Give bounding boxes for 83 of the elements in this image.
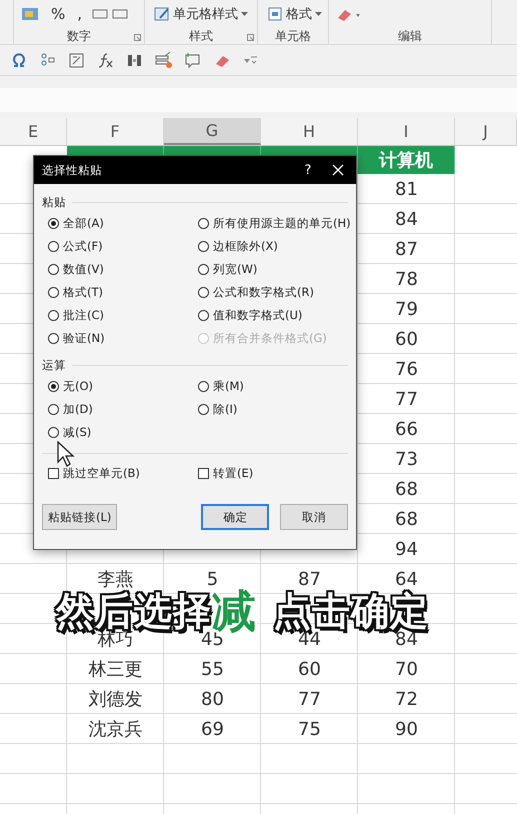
radio-option[interactable]: 加(D) [48, 400, 93, 418]
table-cell-text: 68 [394, 478, 419, 502]
group-label: 编辑 [398, 28, 422, 44]
radio-option[interactable]: 所有使用源主题的单元(H) [198, 214, 351, 232]
table-cell-text: 66 [394, 418, 419, 442]
dialog-title: 选择性粘贴 [42, 162, 103, 178]
table-cell-text: 90 [394, 718, 419, 742]
group-label: 单元格 [275, 28, 311, 44]
table-cell-text: 60 [394, 328, 419, 352]
column-header[interactable]: J [455, 118, 517, 145]
cell-styles-icon [154, 6, 170, 22]
radio-option[interactable]: 数值(V) [48, 260, 104, 278]
table-cell-text: 72 [394, 688, 419, 712]
cell-styles-button[interactable]: 单元格样式 [151, 5, 251, 23]
table-cell-text: 60 [297, 658, 322, 682]
group-label: 数字 [67, 28, 91, 44]
column-header[interactable]: E [0, 118, 67, 145]
table-cell-text: 73 [394, 448, 419, 472]
radio-option[interactable]: 无(O) [48, 377, 94, 395]
format-button[interactable]: 格式 [264, 5, 325, 23]
column-header[interactable]: I [358, 118, 455, 145]
section-label: 粘贴 [42, 194, 66, 210]
dialog-button[interactable]: 确定 [201, 504, 270, 530]
radio-option[interactable]: 全部(A) [48, 214, 104, 232]
radio-option[interactable]: 批注(C) [48, 306, 104, 324]
validation-icon[interactable] [155, 52, 172, 68]
table-cell-text: 78 [394, 268, 419, 292]
table-cell-text: 75 [297, 718, 322, 742]
table-cell-text: 84 [394, 208, 419, 232]
group-label: 样式 [189, 28, 213, 44]
comment-icon[interactable] [184, 52, 201, 68]
dialog-button[interactable]: 取消 [280, 504, 348, 530]
dialog-launcher-icon[interactable] [247, 34, 254, 41]
radio-option[interactable]: 验证(N) [48, 329, 105, 347]
radio-option[interactable]: 减(S) [48, 423, 92, 441]
radio-option[interactable]: 公式(F) [48, 237, 103, 255]
caret-icon [315, 12, 322, 16]
table-cell-text: 68 [394, 508, 419, 532]
table-cell-text: 94 [394, 538, 419, 562]
table-cell-text: 69 [200, 718, 225, 742]
radio-option[interactable]: 格式(T) [48, 283, 103, 301]
radio-option[interactable]: 边框除外(X) [198, 237, 278, 255]
table-cell-text: 87 [394, 238, 419, 262]
diagram-icon[interactable] [39, 52, 56, 68]
radio-option[interactable]: 值和数字格式(U) [198, 306, 302, 324]
dialog-launcher-icon[interactable] [134, 34, 141, 41]
table-cell-text: 80 [200, 688, 225, 712]
close-icon[interactable] [332, 164, 344, 176]
column-header[interactable]: G [164, 118, 261, 145]
table-cell-text: 沈京兵 [88, 718, 144, 742]
paste-link-button[interactable]: 粘贴链接(L) [42, 504, 118, 530]
radio-option[interactable]: 乘(M) [198, 377, 244, 395]
customize-icon[interactable] [242, 55, 258, 65]
number-style-button[interactable]: % [48, 5, 68, 23]
radio-option[interactable]: 列宽(W) [198, 260, 258, 278]
number-style-button[interactable]: , [74, 5, 86, 23]
table-cell-text: 5 [206, 568, 218, 590]
format-icon [267, 6, 283, 22]
function-icon[interactable] [97, 52, 114, 68]
table-cell-text: 64 [395, 568, 418, 590]
radio-option[interactable]: 公式和数字格式(R) [198, 283, 314, 301]
table-cell-text: 77 [297, 688, 322, 712]
table-cell-text: 刘德发 [88, 688, 144, 712]
section-label: 运算 [42, 358, 66, 372]
table-cell-text: 79 [394, 298, 419, 322]
cursor-icon [56, 441, 76, 469]
header-cell: 计算机 [358, 146, 455, 174]
table-cell-text: 81 [394, 178, 419, 202]
omega-icon[interactable] [10, 52, 27, 68]
table-cell-text: 77 [394, 388, 419, 412]
help-button[interactable]: ? [294, 162, 322, 178]
checkbox-option[interactable]: 跳过空单元(B) [48, 464, 140, 482]
checkbox-option[interactable]: 转置(E) [198, 464, 254, 482]
caret-icon [241, 12, 248, 16]
table-cell-text: 87 [297, 568, 322, 590]
chart-box-icon[interactable] [68, 52, 85, 68]
table-cell-text: 林三更 [88, 658, 144, 682]
table-cell-text: 李燕 [98, 568, 134, 590]
table-cell-text: 55 [200, 658, 225, 682]
column-header[interactable]: H [261, 118, 358, 145]
radio-option[interactable]: 除(I) [198, 400, 238, 418]
table-cell-text: 70 [394, 658, 419, 682]
table-cell-text: 76 [394, 358, 419, 382]
